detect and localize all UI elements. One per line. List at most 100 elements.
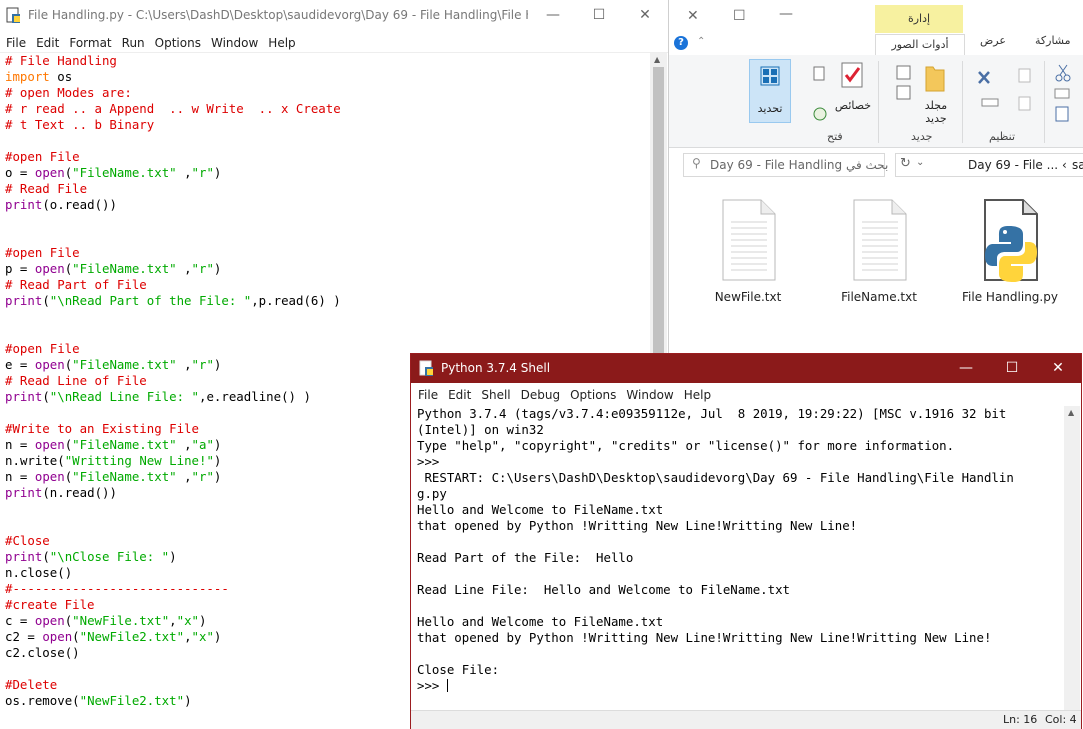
refresh-icon[interactable]: ↻ (900, 156, 911, 171)
shell-line: Close File: (417, 662, 507, 677)
scroll-up-icon[interactable]: ▲ (1068, 408, 1074, 417)
menu-options[interactable]: Options (565, 383, 621, 403)
collapse-ribbon-icon[interactable]: ⌃ (697, 36, 705, 47)
copy-path-icon[interactable] (1053, 87, 1073, 101)
shell-line: Hello and Welcome to FileName.txt (417, 614, 664, 629)
minimize-button[interactable]: — (530, 0, 576, 32)
new-folder-icon[interactable] (924, 63, 946, 93)
menu-file[interactable]: File (0, 33, 31, 51)
tab-share[interactable]: مشاركة (1035, 34, 1071, 47)
close-button[interactable]: ✕ (622, 0, 668, 32)
explorer-ribbon-tabs: ✕ ☐ — إدارة ? ⌃ أدوات الصور عرض مشاركة (669, 0, 1083, 56)
code-line: #open File (5, 245, 80, 260)
shell-line: (Intel)] on win32 (417, 422, 544, 437)
menu-debug[interactable]: Debug (516, 383, 565, 403)
new-item-icon[interactable] (891, 65, 913, 81)
menu-run[interactable]: Run (117, 33, 150, 51)
scroll-up-icon[interactable]: ▲ (654, 55, 660, 64)
editor-titlebar[interactable]: File Handling.py - C:\Users\DashD\Deskto… (0, 0, 668, 32)
file-item[interactable]: NewFile.txt (693, 196, 803, 304)
shell-line: Type "help", "copyright", "credits" or "… (417, 438, 955, 453)
search-icon: ⚲ (692, 156, 701, 170)
cut-icon[interactable] (1053, 63, 1073, 83)
shell-line: RESTART: C:\Users\DashD\Desktop\saudidev… (417, 470, 1014, 485)
easy-access-icon[interactable] (891, 85, 913, 101)
shell-line: Read Part of the File: Hello (417, 550, 634, 565)
shell-scrollbar[interactable]: ▲ (1064, 406, 1080, 711)
code-line: o = open("FileName.txt" ,"r") (5, 165, 222, 180)
shell-line: Python 3.7.4 (tags/v3.7.4:e09359112e, Ju… (417, 406, 1007, 421)
shell-output[interactable]: Python 3.7.4 (tags/v3.7.4:e09359112e, Ju… (417, 406, 1062, 714)
code-line: # open Modes are: (5, 85, 132, 100)
file-item[interactable]: FileName.txt (824, 196, 934, 304)
tab-view[interactable]: عرض (980, 34, 1006, 47)
close-button[interactable]: ✕ (1035, 354, 1081, 383)
delete-icon[interactable] (972, 69, 998, 87)
shell-statusbar: Ln: 16 Col: 4 (411, 710, 1081, 729)
edit-icon[interactable] (812, 66, 828, 82)
code-line: # File Handling (5, 53, 117, 68)
code-line: # r read .. a Append .. w Write .. x Cre… (5, 101, 341, 116)
shell-line: that opened by Python !Writting New Line… (417, 630, 992, 645)
maximize-icon[interactable]: ☐ (733, 8, 746, 24)
scrollbar-thumb[interactable] (653, 67, 664, 357)
menu-options[interactable]: Options (150, 33, 206, 51)
code-line: print(o.read()) (5, 197, 117, 212)
menu-help[interactable]: Help (679, 383, 716, 403)
chevron-down-icon[interactable]: ⌄ (916, 157, 924, 168)
new-folder-label-1: مجلد (924, 99, 948, 112)
status-col: Col: 4 (1045, 713, 1077, 726)
idle-file-icon (6, 7, 20, 23)
file-item[interactable]: File Handling.py (955, 196, 1065, 304)
menu-help[interactable]: Help (263, 33, 300, 51)
paste-shortcut-icon[interactable] (1053, 105, 1073, 123)
menu-window[interactable]: Window (621, 383, 678, 403)
menu-window[interactable]: Window (206, 33, 263, 51)
search-box[interactable]: ⚲ بحث في Day 69 - File Handling (683, 153, 889, 177)
maximize-button[interactable]: ☐ (989, 354, 1035, 383)
minimize-icon[interactable]: — (779, 6, 793, 22)
menu-edit[interactable]: Edit (31, 33, 64, 51)
address-bar[interactable]: ↻ ⌄ Day 69 - File ... ‹ sa (895, 153, 1083, 177)
code-line: # Read Part of File (5, 277, 147, 292)
code-line: #open File (5, 149, 80, 164)
address-path-root: sa (1072, 158, 1083, 172)
minimize-button[interactable]: — (943, 354, 989, 383)
search-placeholder: بحث في Day 69 - File Handling (710, 158, 889, 172)
shell-titlebar[interactable]: Python 3.7.4 Shell — ☐ ✕ (411, 354, 1081, 383)
history-icon[interactable] (812, 106, 828, 122)
help-icon[interactable]: ? (674, 36, 688, 50)
tab-manage[interactable]: إدارة (875, 5, 963, 33)
menu-format[interactable]: Format (64, 33, 116, 51)
shell-title: Python 3.7.4 Shell (441, 361, 551, 375)
maximize-button[interactable]: ☐ (576, 0, 622, 32)
select-button[interactable]: تحديد (749, 59, 791, 123)
close-icon[interactable]: ✕ (687, 8, 699, 24)
menu-file[interactable]: File (411, 383, 443, 403)
properties-icon[interactable] (840, 61, 864, 89)
status-line: Ln: 16 (1003, 713, 1038, 726)
shell-line: Hello and Welcome to FileName.txt (417, 502, 664, 517)
properties-label: خصائص (834, 99, 872, 112)
address-path: Day 69 - File ... (968, 158, 1059, 172)
editor-menubar: File Edit Format Run Options Window Help (0, 32, 668, 53)
menu-shell[interactable]: Shell (476, 383, 515, 403)
explorer-ribbon: تحديد خصائص فتح مجلد جديد جديد تنظيم (669, 55, 1083, 148)
copy-to-icon[interactable] (1011, 95, 1033, 113)
group-new-label: جديد (911, 130, 933, 143)
python-shell-window: Python 3.7.4 Shell — ☐ ✕ File Edit Shell De… (410, 353, 1082, 729)
rename-icon[interactable] (979, 93, 1001, 111)
shell-prompt: >>> (417, 678, 448, 693)
menu-edit[interactable]: Edit (443, 383, 476, 403)
tab-photo-tools[interactable]: أدوات الصور (875, 34, 965, 55)
group-open-label: فتح (827, 130, 843, 143)
move-to-icon[interactable] (1011, 67, 1033, 85)
shell-line: g.py (417, 486, 447, 501)
